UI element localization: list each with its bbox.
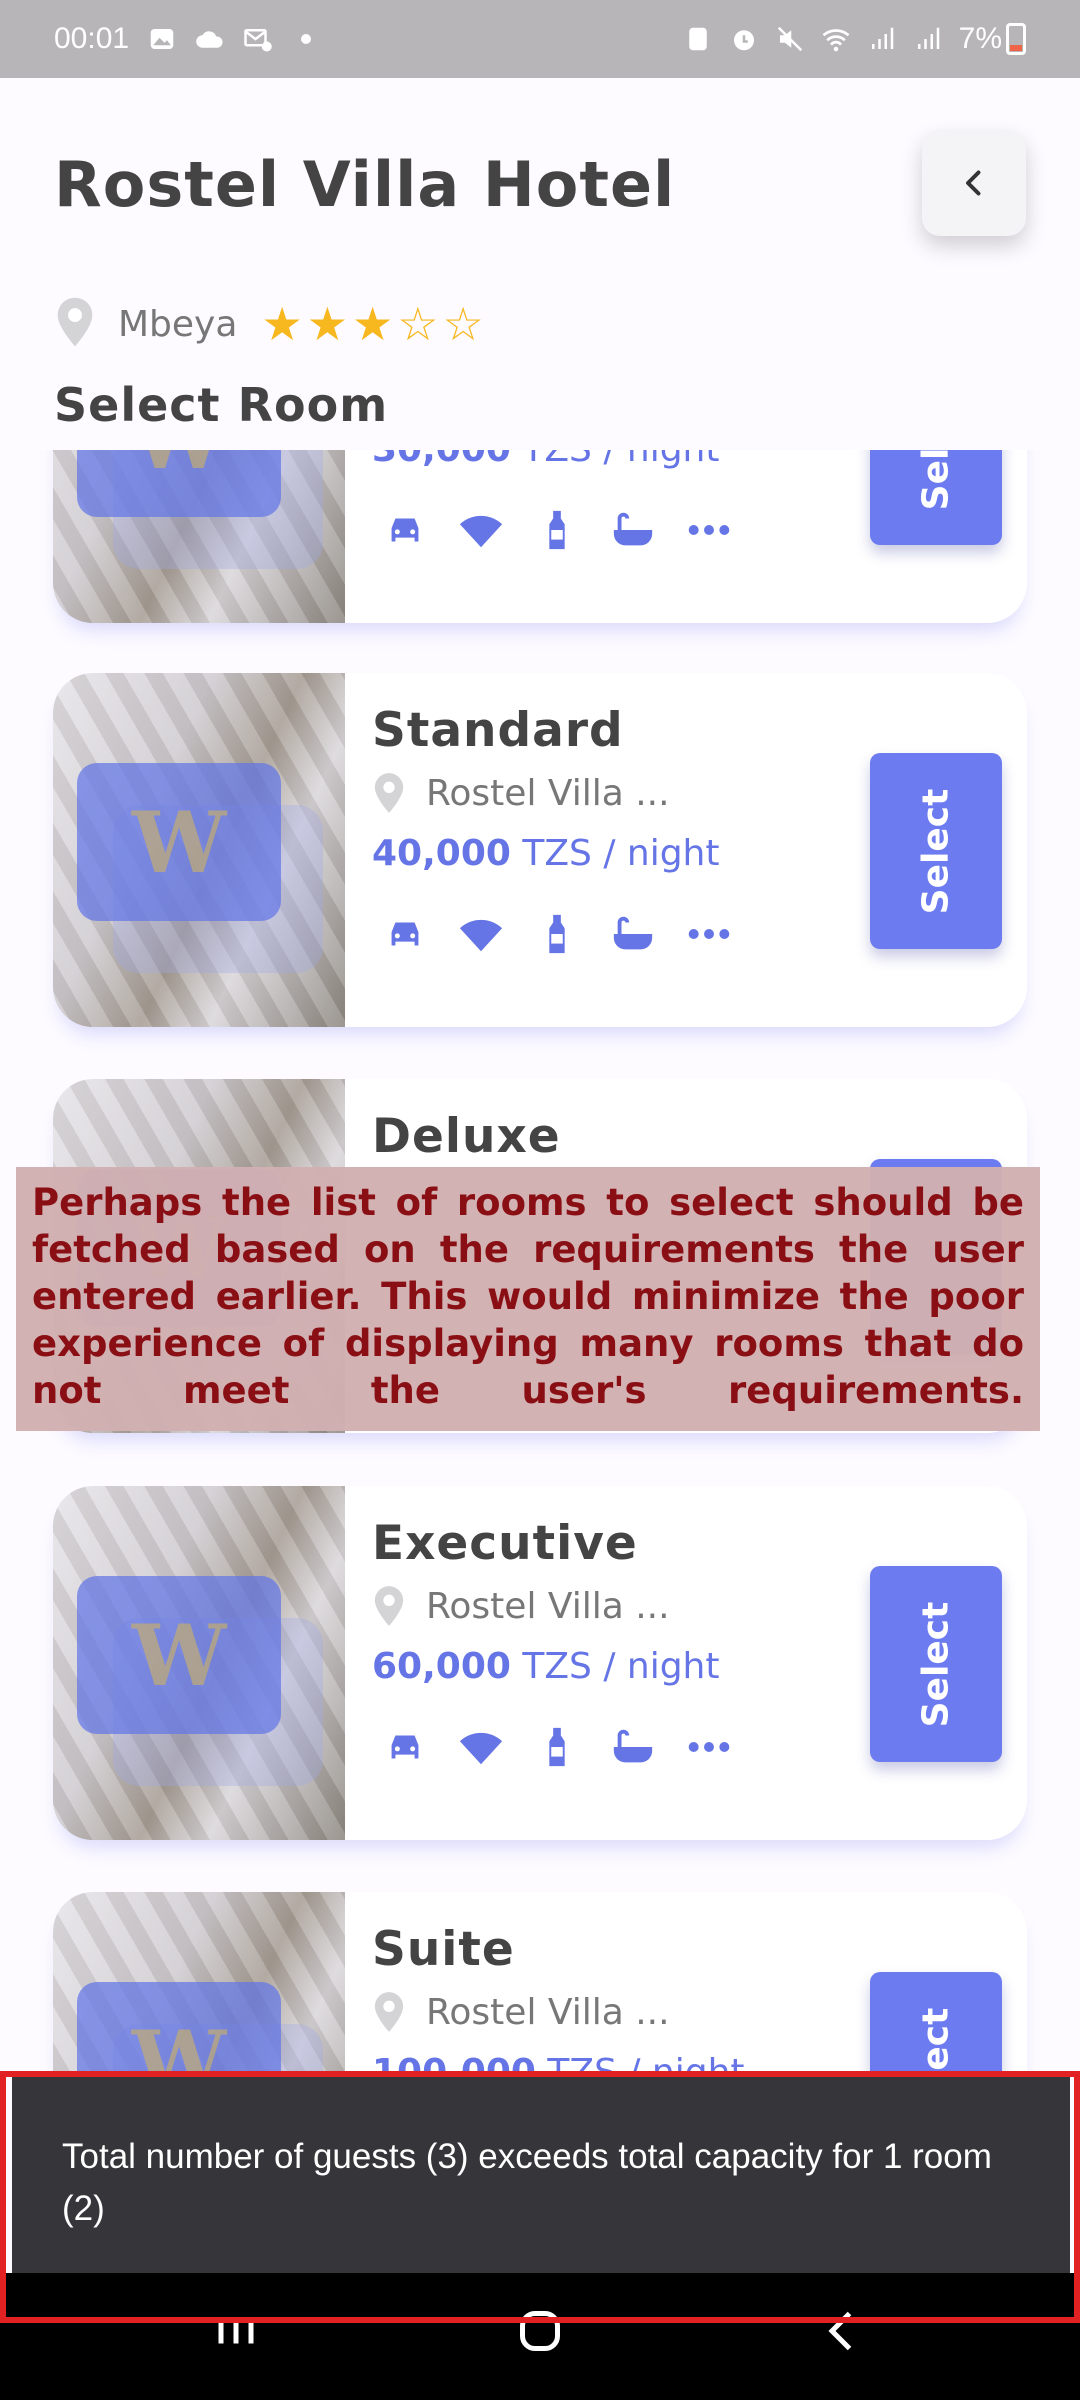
location-pin-icon	[374, 1992, 404, 2032]
car-icon	[382, 911, 428, 957]
room-card[interactable]: W Standard Rostel Villa ... 40,000 TZS /…	[53, 673, 1027, 1027]
chevron-left-icon	[966, 170, 981, 196]
room-photo: W	[53, 450, 345, 623]
more-icon[interactable]	[686, 911, 732, 957]
section-title: Select Room	[54, 378, 389, 432]
back-button[interactable]	[922, 130, 1026, 236]
bottle-icon	[534, 911, 580, 957]
star-filled-icon: ★	[306, 297, 348, 351]
car-icon	[382, 507, 428, 553]
more-icon[interactable]	[686, 507, 732, 553]
room-photo: W	[53, 1486, 345, 1840]
wifi-icon	[458, 911, 504, 957]
star-outline-icon: ☆	[442, 297, 484, 351]
select-room-button[interactable]: Select	[870, 753, 1002, 949]
star-filled-icon: ★	[261, 297, 303, 351]
bathtub-icon	[610, 507, 656, 553]
hotel-title: Rostel Villa Hotel	[54, 148, 676, 221]
bottle-icon	[534, 1724, 580, 1770]
location-pin-icon	[54, 296, 96, 352]
bathtub-icon	[610, 911, 656, 957]
gallery-icon	[147, 24, 177, 54]
room-name: Executive	[372, 1516, 638, 1571]
room-card[interactable]: W 30,000 TZS / night Select	[53, 450, 1027, 623]
more-icon[interactable]	[686, 1724, 732, 1770]
hotel-logo-icon: W	[77, 1576, 281, 1734]
bathtub-icon	[610, 1724, 656, 1770]
dot-icon	[291, 24, 321, 54]
mute-icon	[775, 24, 805, 54]
location-pin-icon	[374, 773, 404, 813]
amenities	[382, 507, 732, 553]
hotel-location-row: Mbeya ★ ★ ★ ☆ ☆	[54, 292, 484, 356]
battery-icon	[1006, 23, 1026, 55]
wifi-icon	[458, 507, 504, 553]
car-icon	[382, 1724, 428, 1770]
room-price: 60,000 TZS / night	[372, 1646, 720, 1687]
status-bar: 00:01 7%	[0, 0, 1080, 78]
room-name: Deluxe	[372, 1109, 561, 1164]
signal-2-icon	[913, 24, 943, 54]
hotel-logo-icon: W	[77, 763, 281, 921]
star-filled-icon: ★	[351, 297, 394, 351]
star-rating: ★ ★ ★ ☆ ☆	[261, 301, 483, 347]
room-price: 30,000 TZS / night	[372, 450, 720, 470]
alarm-icon	[729, 24, 759, 54]
location-pin-icon	[374, 1586, 404, 1626]
amenities	[382, 1724, 732, 1770]
select-room-button[interactable]: Select	[870, 450, 1002, 545]
review-annotation: Perhaps the list of rooms to select shou…	[16, 1167, 1040, 1431]
room-location: Rostel Villa ...	[372, 771, 670, 815]
room-location: Rostel Villa ...	[372, 1990, 670, 2034]
room-name: Standard	[372, 703, 624, 758]
recycle-icon	[683, 24, 713, 54]
room-photo: W	[53, 673, 345, 1027]
mail-settings-icon	[243, 24, 273, 54]
battery-indicator: 7%	[959, 22, 1026, 56]
room-price: 40,000 TZS / night	[372, 833, 720, 874]
battery-percent: 7%	[958, 22, 1002, 55]
room-name: Suite	[372, 1922, 515, 1977]
select-room-button[interactable]: Select	[870, 1566, 1002, 1762]
highlight-frame	[0, 2071, 1080, 2323]
signal-icon	[867, 24, 897, 54]
room-location: Rostel Villa ...	[372, 1584, 670, 1628]
status-time: 00:01	[54, 22, 130, 55]
amenities	[382, 911, 732, 957]
wifi-status-icon	[821, 24, 851, 54]
cloud-icon	[195, 24, 225, 54]
hotel-logo-icon: W	[77, 450, 281, 517]
hotel-location: Mbeya	[118, 303, 238, 345]
bottle-icon	[534, 507, 580, 553]
star-outline-icon: ☆	[397, 297, 439, 351]
wifi-icon	[458, 1724, 504, 1770]
room-card[interactable]: W Executive Rostel Villa ... 60,000 TZS …	[53, 1486, 1027, 1840]
